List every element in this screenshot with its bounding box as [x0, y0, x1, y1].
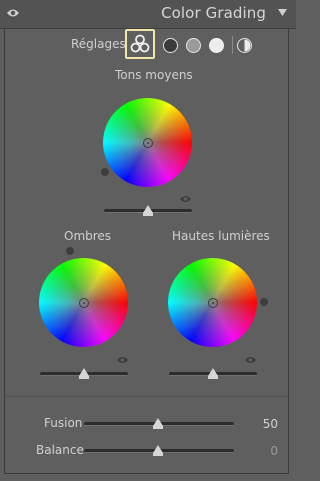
highlights-label: Hautes lumières	[172, 229, 270, 243]
highlights-wheel-handle[interactable]	[207, 297, 218, 308]
color-grading-panel	[4, 28, 289, 474]
mode-highlights-button[interactable]	[209, 38, 224, 53]
shadows-wheel-handle[interactable]	[78, 297, 89, 308]
blending-label: Fusion	[44, 416, 83, 430]
highlights-eye-icon[interactable]	[244, 355, 257, 365]
balance-slider-thumb[interactable]	[153, 445, 163, 456]
three-circles-icon	[130, 34, 150, 53]
midtones-wheel-handle[interactable]	[142, 137, 153, 148]
half-circle-icon	[244, 39, 250, 51]
panel-header: Color Grading	[0, 0, 296, 29]
balance-label: Balance	[36, 443, 84, 457]
shadows-color-wheel[interactable]	[39, 258, 128, 347]
mode-3way-button[interactable]	[125, 29, 155, 59]
midtones-color-wheel[interactable]	[103, 98, 192, 187]
mode-shadows-button[interactable]	[163, 38, 178, 53]
highlights-luminance-dot[interactable]	[260, 298, 268, 306]
midtones-label: Tons moyens	[115, 68, 193, 82]
balance-value[interactable]: 0	[248, 444, 278, 458]
highlights-color-wheel[interactable]	[168, 258, 257, 347]
shadows-slider-thumb[interactable]	[79, 368, 89, 379]
shadows-eye-icon[interactable]	[116, 355, 129, 365]
midtones-eye-icon[interactable]	[179, 194, 192, 204]
shadows-luminance-dot[interactable]	[66, 247, 74, 255]
mode-separator	[232, 36, 233, 54]
section-divider	[5, 396, 288, 397]
blending-value[interactable]: 50	[248, 417, 278, 431]
blending-slider-thumb[interactable]	[153, 418, 163, 429]
midtones-luminance-dot[interactable]	[101, 168, 109, 176]
panel-title[interactable]: Color Grading	[161, 4, 266, 22]
highlights-slider-thumb[interactable]	[208, 368, 218, 379]
mode-global-button[interactable]	[237, 38, 252, 53]
collapse-triangle-icon[interactable]	[278, 9, 287, 17]
mode-midtones-button[interactable]	[186, 38, 201, 53]
eye-icon[interactable]	[6, 7, 20, 19]
shadows-label: Ombres	[64, 229, 112, 243]
midtones-slider-thumb[interactable]	[143, 205, 153, 216]
